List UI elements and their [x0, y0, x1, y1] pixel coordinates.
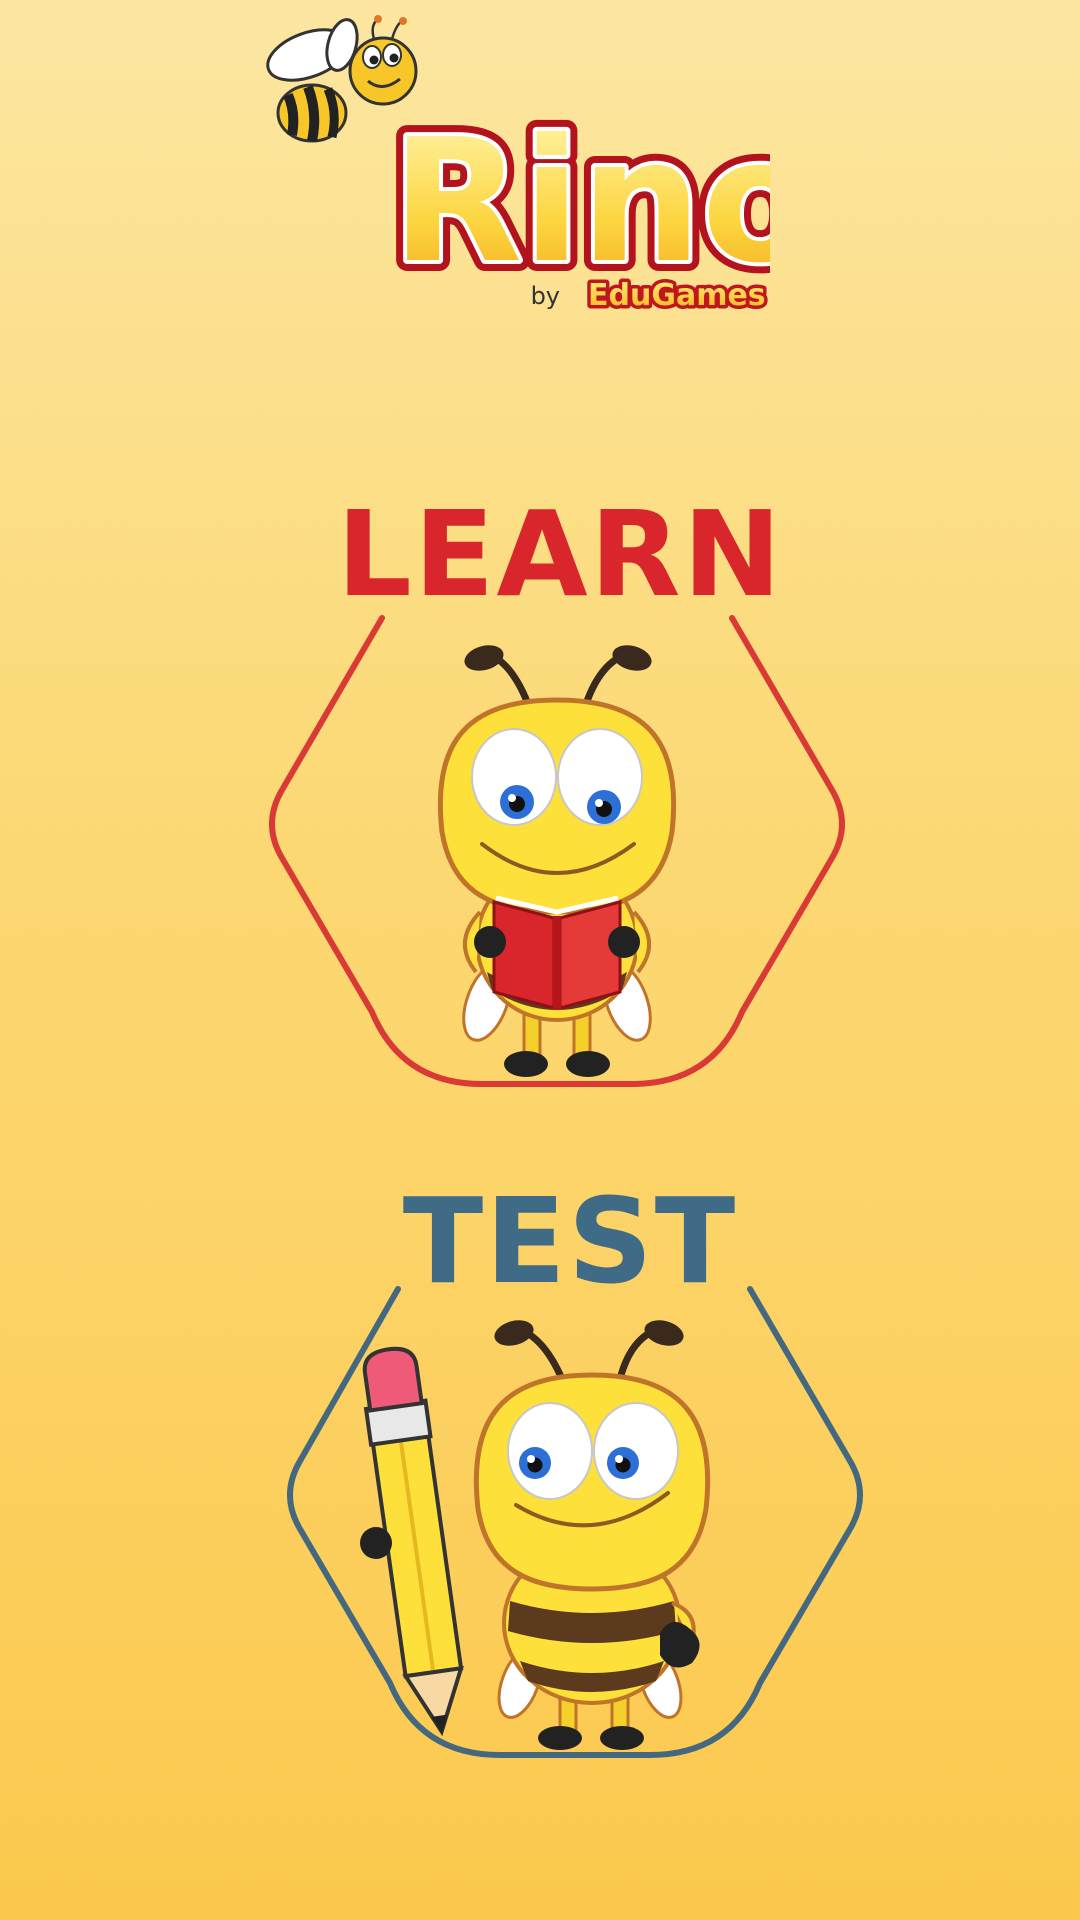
learn-title[interactable]: LEARN — [20, 495, 1080, 613]
bee-reading-book-icon — [437, 645, 677, 1077]
logo-wordmark: Rino Rino Rino — [381, 92, 771, 312]
test-button[interactable] — [280, 1283, 866, 1761]
app-logo: Rino Rino Rino by EduGames EduGames — [250, 15, 770, 320]
learn-button[interactable] — [262, 612, 848, 1090]
byline-prefix: by — [531, 282, 560, 310]
publisher-name: EduGames — [588, 278, 766, 313]
svg-text:Rino: Rino — [392, 103, 771, 301]
bee-holding-pencil-icon — [360, 1320, 711, 1750]
